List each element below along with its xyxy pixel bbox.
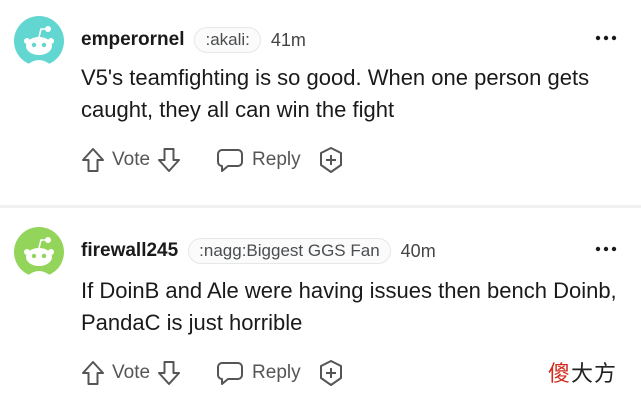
username[interactable]: firewall245: [81, 240, 178, 262]
reply-button[interactable]: Reply: [216, 147, 301, 173]
avatar[interactable]: [14, 227, 64, 277]
brand-watermark-accent: 傻: [548, 362, 572, 387]
reply-bubble-icon: [217, 149, 244, 172]
award-plus-icon[interactable]: [317, 146, 345, 174]
vote-group: Vote: [80, 359, 182, 387]
vote-group: Vote: [80, 146, 182, 174]
brand-watermark: 傻大方: [548, 356, 617, 388]
more-options-icon[interactable]: [594, 33, 618, 43]
user-flair: :akali:: [194, 27, 261, 53]
comment-actions: Vote Reply: [80, 143, 345, 177]
comment-body: V5's teamfighting is so good. When one p…: [81, 65, 590, 122]
reply-button[interactable]: Reply: [216, 360, 301, 386]
vote-label: Vote: [112, 362, 151, 383]
username[interactable]: emperornel: [81, 29, 184, 51]
comment-divider: [0, 205, 641, 208]
upvote-arrow-icon[interactable]: [80, 359, 106, 387]
user-flair: :nagg:Biggest GGS Fan: [188, 238, 391, 264]
comment-meta: firewall245 :nagg:Biggest GGS Fan 40m: [81, 237, 436, 265]
reply-label: Reply: [252, 149, 301, 170]
timestamp: 41m: [270, 29, 306, 50]
comment-meta: emperornel :akali: 41m: [81, 26, 306, 54]
downvote-arrow-icon[interactable]: [156, 146, 182, 174]
award-plus-icon[interactable]: [317, 359, 345, 387]
brand-watermark-rest: 大方: [571, 362, 618, 387]
upvote-arrow-icon[interactable]: [80, 146, 106, 174]
comment-actions: Vote Reply: [80, 356, 345, 390]
downvote-arrow-icon[interactable]: [156, 359, 182, 387]
reply-bubble-icon: [217, 362, 244, 385]
more-options-icon[interactable]: [594, 244, 618, 254]
reply-label: Reply: [252, 362, 301, 383]
timestamp: 40m: [400, 240, 436, 261]
avatar[interactable]: [14, 16, 64, 66]
comment-body: If DoinB and Ale were having issues then…: [81, 278, 617, 335]
vote-label: Vote: [112, 149, 151, 170]
